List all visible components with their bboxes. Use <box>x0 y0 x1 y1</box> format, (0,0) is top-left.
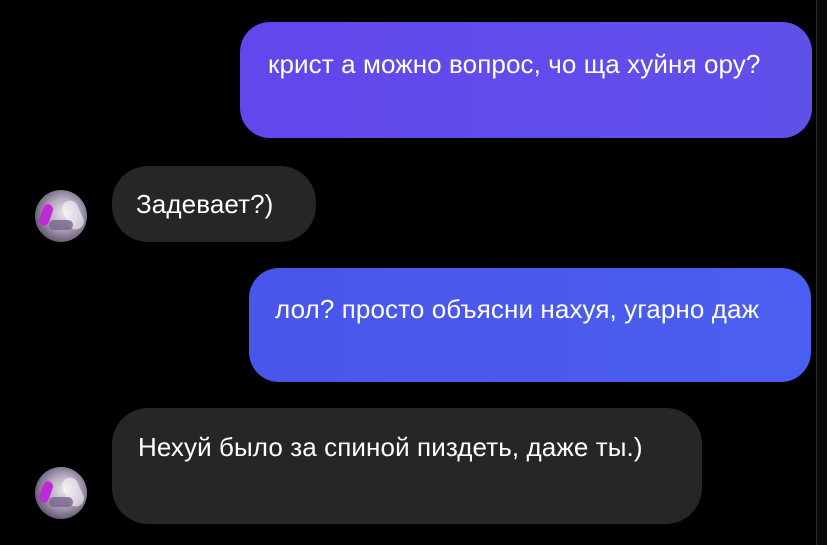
message-text: Нехуй было за спиной пиздеть, даже ты.) <box>138 432 643 462</box>
message-incoming[interactable]: Задевает?) <box>112 166 316 242</box>
message-text: лол? просто объясни нахуя, угарно даж <box>275 294 760 324</box>
message-text: крист а можно вопрос, чо ща хуйня ору? <box>268 49 761 79</box>
scrollbar[interactable] <box>816 0 827 545</box>
message-text: Задевает?) <box>136 189 274 219</box>
contact-avatar[interactable] <box>35 467 87 519</box>
contact-avatar[interactable] <box>35 190 87 242</box>
chat-thread: крист а можно вопрос, чо ща хуйня ору? З… <box>0 0 827 545</box>
message-outgoing[interactable]: крист а можно вопрос, чо ща хуйня ору? <box>240 22 812 138</box>
message-outgoing[interactable]: лол? просто объясни нахуя, угарно даж <box>249 268 811 382</box>
message-incoming[interactable]: Нехуй было за спиной пиздеть, даже ты.) <box>112 408 702 524</box>
